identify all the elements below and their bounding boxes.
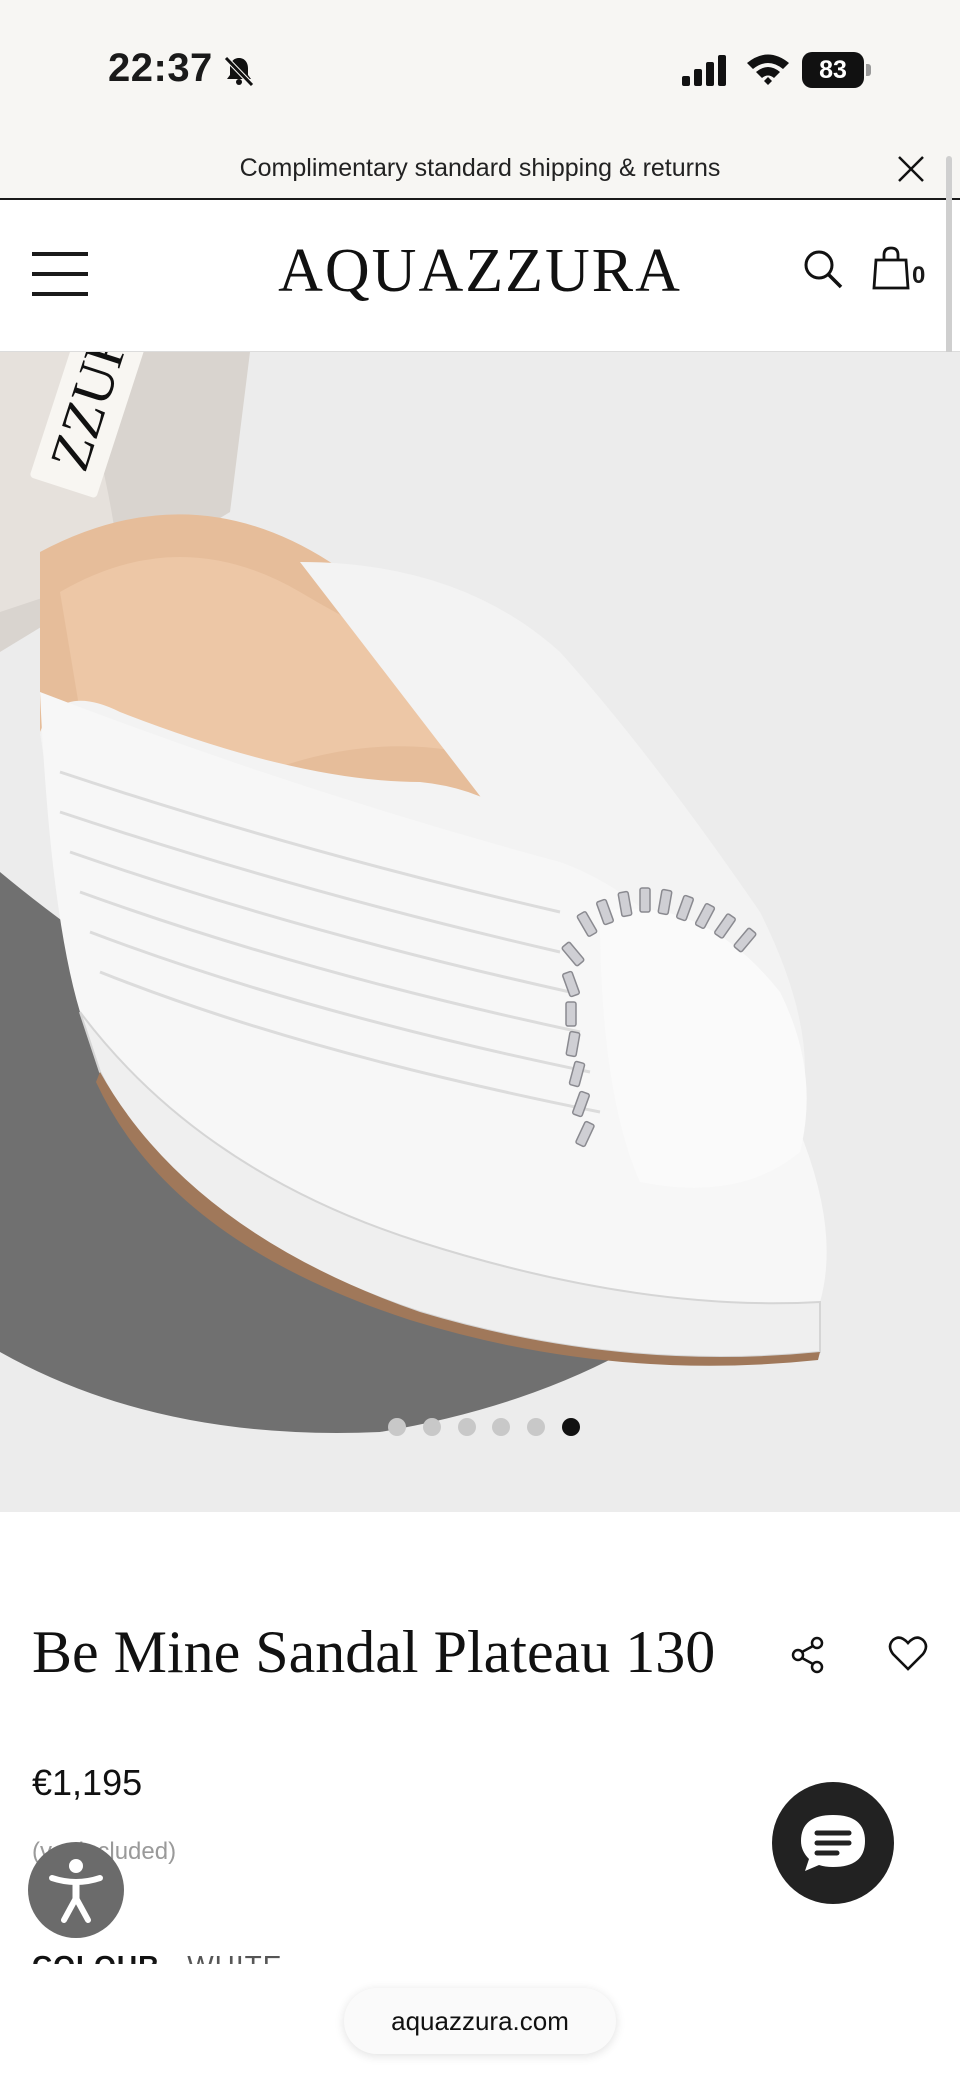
wifi-icon [747,54,789,85]
product-title: Be Mine Sandal Plateau 130 [32,1619,716,1685]
bell-slash-icon [224,56,254,87]
heart-icon[interactable] [888,1634,928,1672]
promo-banner: Complimentary standard shipping & return… [0,140,960,200]
product-price: €1,195 [32,1762,143,1803]
search-icon[interactable] [802,248,844,290]
close-icon[interactable] [894,152,928,186]
battery-level: 83 [802,52,864,88]
gallery-dot[interactable] [492,1418,510,1436]
gallery-dot[interactable] [388,1418,406,1436]
accessibility-button[interactable] [28,1842,124,1938]
bag-count: 0 [912,262,926,289]
cellular-signal-icon [682,55,726,86]
battery-cap [866,64,871,76]
gallery-dot[interactable] [527,1418,545,1436]
battery-indicator: 83 [802,52,872,88]
shoe-illustration: ZZURA [0,352,827,1433]
chat-icon [801,1815,865,1871]
gallery-dot[interactable] [423,1418,441,1436]
browser-url-bar[interactable]: aquazzura.com [344,1988,616,2054]
product-image[interactable]: ZZURA [0,352,960,1512]
gallery-dot[interactable] [458,1418,476,1436]
shopping-bag-icon[interactable] [872,246,910,290]
status-time: 22:37 [108,46,213,90]
gallery-dot-active[interactable] [562,1418,580,1436]
promo-text: Complimentary standard shipping & return… [239,154,721,182]
chat-button[interactable] [772,1782,894,1904]
accessibility-icon [49,1859,103,1923]
share-icon[interactable] [790,1636,826,1674]
